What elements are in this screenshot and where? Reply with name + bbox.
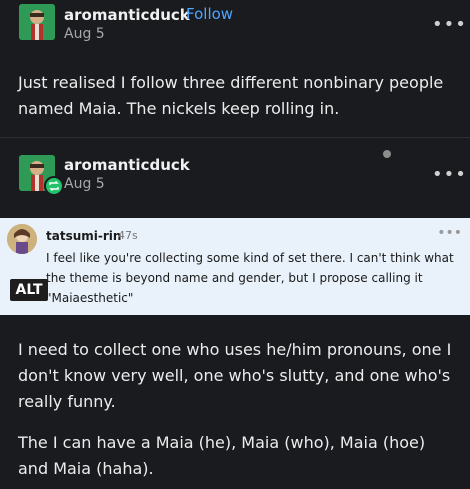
divider bbox=[0, 137, 470, 138]
reblog-icon bbox=[44, 176, 64, 196]
follow-button[interactable]: Follow bbox=[186, 5, 233, 23]
avatar[interactable] bbox=[19, 4, 55, 40]
post-date: Aug 5 bbox=[64, 176, 105, 192]
more-dots-icon[interactable]: ••• bbox=[432, 166, 467, 184]
reply-paragraph: I need to collect one who uses he/him pr… bbox=[18, 340, 452, 411]
scroll-indicator bbox=[383, 150, 391, 158]
alt-text-button[interactable]: ALT bbox=[10, 279, 48, 301]
post-date: Aug 5 bbox=[64, 26, 105, 42]
quote-username: tatsumi-rin bbox=[46, 229, 122, 243]
username[interactable]: aromanticduck bbox=[64, 156, 190, 174]
more-dots-icon[interactable]: ••• bbox=[432, 16, 467, 34]
quote-text: I feel like you're collecting some kind … bbox=[46, 251, 454, 305]
post-text: Just realised I follow three different n… bbox=[18, 73, 444, 118]
embedded-screenshot[interactable]: tatsumi-rin 47s ••• I feel like you're c… bbox=[0, 218, 470, 315]
quote-avatar bbox=[7, 224, 37, 254]
reply-paragraph: The I can have a Maia (he), Maia (who), … bbox=[18, 433, 426, 478]
quote-time: 47s bbox=[118, 229, 138, 242]
more-dots-icon: ••• bbox=[437, 225, 462, 241]
username[interactable]: aromanticduck bbox=[64, 6, 190, 24]
